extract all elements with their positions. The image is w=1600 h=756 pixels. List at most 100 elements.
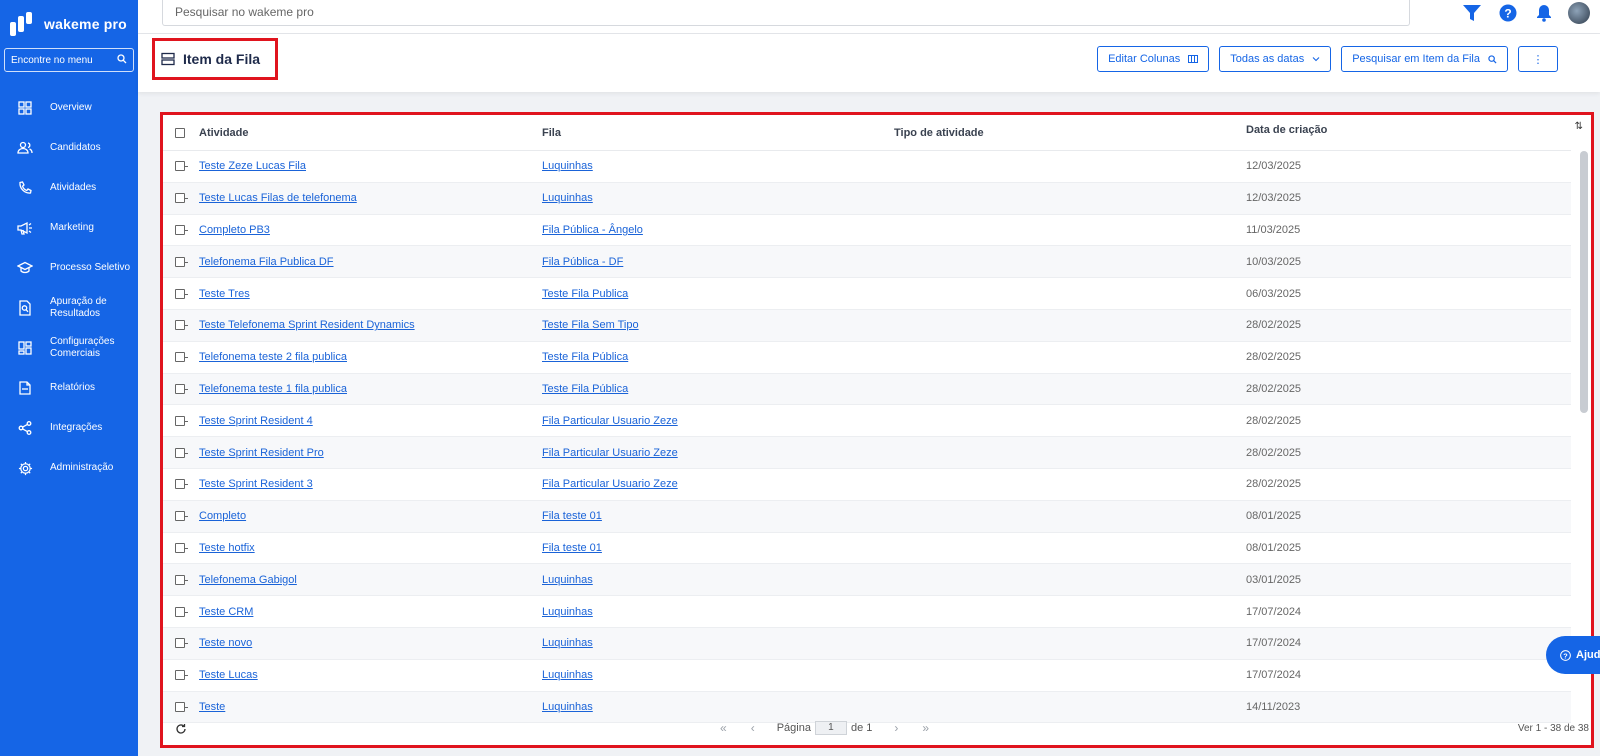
activity-link[interactable]: Teste	[199, 701, 225, 713]
queue-link[interactable]: Luquinhas	[542, 574, 593, 586]
queue-link[interactable]: Fila Particular Usuario Zeze	[542, 415, 678, 427]
queue-link[interactable]: Teste Fila Pública	[542, 383, 628, 395]
table-row[interactable]: Teste Telefonema Sprint Resident Dynamic…	[163, 309, 1571, 342]
table-row[interactable]: Completo PB3 Fila Pública - Ângelo 11/03/2…	[163, 215, 1571, 247]
activity-link[interactable]: Teste novo	[199, 637, 252, 649]
table-row[interactable]: Teste Lucas Luquinhas 17/07/2024	[163, 660, 1571, 692]
queue-link[interactable]: Teste Fila Pública	[542, 351, 628, 363]
sidebar-item-configuracoes-comerciais[interactable]: Configurações Comerciais	[0, 328, 138, 368]
table-row[interactable]: Teste novo Luquinhas 17/07/2024	[163, 627, 1571, 660]
row-checkbox[interactable]	[163, 542, 197, 553]
row-checkbox[interactable]	[163, 447, 197, 458]
activity-link[interactable]: Telefonema teste 2 fila publica	[199, 351, 347, 363]
table-row[interactable]: Teste Sprint Resident Pro Fila Particular…	[163, 437, 1571, 469]
prev-page-icon[interactable]: ‹	[751, 721, 755, 735]
vertical-scrollbar[interactable]	[1580, 135, 1588, 415]
column-header-queue[interactable]: Fila	[542, 127, 894, 139]
row-checkbox[interactable]	[163, 511, 197, 522]
brand[interactable]: wakeme pro	[0, 0, 138, 48]
sidebar-item-overview[interactable]: Overview	[0, 88, 138, 128]
activity-link[interactable]: Teste Telefonema Sprint Resident Dynamic…	[199, 319, 415, 331]
row-checkbox[interactable]	[163, 288, 197, 299]
sidebar-item-administracao[interactable]: Administração	[0, 448, 138, 488]
notification-bell-icon[interactable]	[1534, 3, 1554, 23]
activity-link[interactable]: Teste Sprint Resident 3	[199, 478, 313, 490]
date-filter-dropdown[interactable]: Todas as datas	[1219, 46, 1332, 72]
activity-link[interactable]: Telefonema Gabigol	[199, 574, 297, 586]
edit-columns-button[interactable]: Editar Colunas	[1097, 46, 1210, 72]
sidebar-item-marketing[interactable]: Marketing	[0, 208, 138, 248]
activity-link[interactable]: Teste Sprint Resident 4	[199, 415, 313, 427]
column-header-activity[interactable]: Atividade	[197, 127, 542, 139]
column-header-created[interactable]: Data de criação	[1246, 124, 1546, 136]
queue-link[interactable]: Teste Fila Publica	[542, 288, 628, 300]
row-checkbox[interactable]	[163, 670, 197, 681]
next-page-icon[interactable]: ›	[894, 721, 898, 735]
menu-search-input[interactable]: Encontre no menu	[4, 48, 134, 72]
last-page-icon[interactable]: »	[922, 721, 929, 735]
select-all-checkbox[interactable]	[163, 127, 197, 138]
table-row[interactable]: Teste Lucas Filas de telefonema Luquinhas…	[163, 182, 1571, 215]
queue-link[interactable]: Fila Particular Usuario Zeze	[542, 447, 678, 459]
activity-link[interactable]: Completo	[199, 510, 246, 522]
first-page-icon[interactable]: «	[720, 721, 727, 735]
activity-link[interactable]: Completo PB3	[199, 224, 270, 236]
table-row[interactable]: Teste Sprint Resident 3 Fila Particular U…	[163, 469, 1571, 501]
table-row[interactable]: Teste Sprint Resident 4 Fila Particular U…	[163, 405, 1571, 438]
table-row[interactable]: Teste hotfix Fila teste 01 08/01/2025	[163, 533, 1571, 565]
row-checkbox[interactable]	[163, 352, 197, 363]
row-checkbox[interactable]	[163, 606, 197, 617]
column-header-type[interactable]: Tipo de atividade	[894, 127, 1246, 139]
row-checkbox[interactable]	[163, 193, 197, 204]
queue-link[interactable]: Luquinhas	[542, 192, 593, 204]
queue-link[interactable]: Fila Particular Usuario Zeze	[542, 478, 678, 490]
queue-link[interactable]: Fila Pública - Ângelo	[542, 224, 643, 236]
scrollbar-thumb[interactable]	[1580, 151, 1588, 413]
activity-link[interactable]: Teste Lucas Filas de telefonema	[199, 192, 357, 204]
row-checkbox[interactable]	[163, 701, 197, 712]
activity-link[interactable]: Teste hotfix	[199, 542, 255, 554]
row-checkbox[interactable]	[163, 383, 197, 394]
queue-link[interactable]: Luquinhas	[542, 637, 593, 649]
activity-link[interactable]: Teste Tres	[199, 288, 250, 300]
activity-link[interactable]: Telefonema teste 1 fila publica	[199, 383, 347, 395]
sidebar-item-atividades[interactable]: Atividades	[0, 168, 138, 208]
sidebar-item-apuracao-de-resultados[interactable]: Apuração de Resultados	[0, 288, 138, 328]
table-row[interactable]: Teste CRM Luquinhas 17/07/2024	[163, 596, 1571, 628]
row-checkbox[interactable]	[163, 320, 197, 331]
table-row[interactable]: Teste Tres Teste Fila Publica 06/03/2025	[163, 278, 1571, 310]
queue-link[interactable]: Fila Pública - DF	[542, 256, 623, 268]
row-checkbox[interactable]	[163, 256, 197, 267]
row-checkbox[interactable]	[163, 224, 197, 235]
queue-link[interactable]: Luquinhas	[542, 606, 593, 618]
table-row[interactable]: Completo Fila teste 01 08/01/2025	[163, 500, 1571, 533]
activity-link[interactable]: Teste Zeze Lucas Fila	[199, 160, 306, 172]
search-queue-items-button[interactable]: Pesquisar em Item da Fila	[1341, 46, 1508, 72]
help-chat-button[interactable]: ? Ajuda	[1546, 636, 1600, 674]
table-row[interactable]: Teste Zeze Lucas Fila Luquinhas 12/03/2025	[163, 151, 1571, 183]
activity-link[interactable]: Telefonema Fila Publica DF	[199, 256, 334, 268]
table-row[interactable]: Telefonema teste 1 fila publica Teste Fil…	[163, 373, 1571, 406]
queue-link[interactable]: Fila teste 01	[542, 542, 602, 554]
sidebar-item-candidatos[interactable]: Candidatos	[0, 128, 138, 168]
sidebar-item-integracoes[interactable]: Integrações	[0, 408, 138, 448]
table-row[interactable]: Telefonema teste 2 fila publica Teste Fil…	[163, 342, 1571, 374]
row-checkbox[interactable]	[163, 415, 197, 426]
row-checkbox[interactable]	[163, 574, 197, 585]
user-avatar[interactable]	[1568, 2, 1590, 24]
sidebar-item-processo-seletivo[interactable]: Processo Seletivo	[0, 248, 138, 288]
filter-icon[interactable]	[1462, 3, 1482, 23]
row-checkbox[interactable]	[163, 479, 197, 490]
activity-link[interactable]: Teste Sprint Resident Pro	[199, 447, 324, 459]
row-checkbox[interactable]	[163, 638, 197, 649]
activity-link[interactable]: Teste Lucas	[199, 669, 258, 681]
help-icon[interactable]: ?	[1498, 3, 1518, 23]
refresh-icon[interactable]	[175, 723, 187, 735]
queue-link[interactable]: Teste Fila Sem Tipo	[542, 319, 639, 331]
queue-link[interactable]: Fila teste 01	[542, 510, 602, 522]
activity-link[interactable]: Teste CRM	[199, 606, 253, 618]
queue-link[interactable]: Luquinhas	[542, 160, 593, 172]
page-number-input[interactable]: 1	[814, 721, 847, 735]
row-checkbox[interactable]	[163, 161, 197, 172]
table-row[interactable]: Telefonema Gabigol Luquinhas 03/01/2025	[163, 564, 1571, 597]
